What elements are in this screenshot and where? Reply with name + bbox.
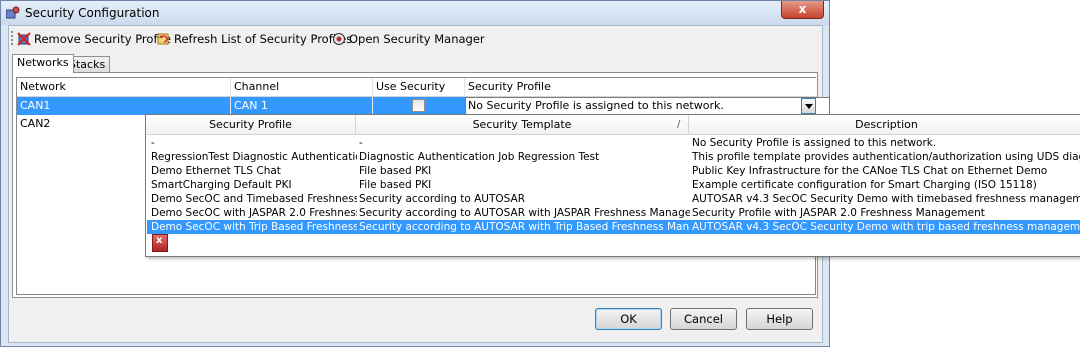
description-cell: This profile template provides authentic… (692, 151, 1080, 163)
profile-cell: Demo SecOC with JASPAR 2.0 Freshness (151, 207, 357, 219)
tab-networks[interactable]: Networks (12, 54, 74, 73)
security-profile-combobox[interactable]: No Security Profile is assigned to this … (465, 97, 830, 115)
toolbar: Remove Security Profile Refresh List of … (9, 26, 822, 50)
dropdown-header-description[interactable]: Description (689, 115, 1080, 135)
security-profile-value: No Security Profile is assigned to this … (468, 99, 724, 112)
column-header-network[interactable]: Network (17, 78, 231, 97)
template-cell: Security according to AUTOSAR with JASPA… (359, 207, 690, 219)
security-profile-dropdown-button[interactable] (801, 98, 816, 114)
close-button[interactable]: x (781, 1, 824, 19)
profile-cell: Demo Ethernet TLS Chat (151, 165, 281, 177)
ok-button[interactable]: OK (595, 308, 662, 330)
remove-security-profile-label: Remove Security Profile (34, 31, 171, 46)
column-header-use-security[interactable]: Use Security (373, 78, 465, 97)
profile-cell: Demo SecOC with Trip Based Freshness (151, 221, 357, 233)
open-security-manager-button[interactable]: Open Security Manager (332, 30, 485, 47)
list-item[interactable]: - - No Security Profile is assigned to t… (147, 136, 1080, 150)
list-item[interactable]: Demo Ethernet TLS Chat File based PKI Pu… (147, 164, 1080, 178)
column-header-channel[interactable]: Channel (231, 78, 373, 97)
network-cell: CAN1 (17, 97, 231, 115)
template-cell: Diagnostic Authentication Job Regression… (359, 151, 600, 163)
security-manager-icon (333, 32, 345, 45)
description-cell: Public Key Infrastructure for the CANoe … (692, 165, 1048, 177)
template-cell: - (359, 137, 363, 149)
template-cell: Security according to AUTOSAR with Trip … (359, 221, 690, 233)
description-cell: No Security Profile is assigned to this … (692, 137, 937, 149)
title-bar[interactable]: Security Configuration x (1, 1, 829, 25)
window-title: Security Configuration (25, 6, 160, 20)
dropdown-header-security-profile[interactable]: Security Profile (146, 115, 356, 135)
cancel-button[interactable]: Cancel (670, 308, 737, 330)
template-cell: File based PKI (359, 165, 432, 177)
channel-cell: CAN 1 (231, 97, 373, 115)
column-header-security-profile[interactable]: Security Profile (465, 78, 817, 97)
refresh-icon (157, 33, 169, 44)
dropdown-header-security-template[interactable]: Security Template (356, 115, 689, 135)
description-cell: AUTOSAR v4.3 SecOC Security Demo with tr… (692, 221, 1080, 233)
description-cell: AUTOSAR v4.3 SecOC Security Demo with ti… (692, 193, 1080, 205)
profile-cell: RegressionTest Diagnostic Authentication (151, 151, 357, 163)
description-cell: Security Profile with JASPAR 2.0 Freshne… (692, 207, 985, 219)
use-security-checkbox[interactable] (412, 99, 425, 112)
security-config-icon (6, 6, 20, 19)
profile-cell: SmartCharging Default PKI (151, 179, 292, 191)
list-item-selected[interactable]: Demo SecOC with Trip Based Freshness Sec… (147, 220, 1080, 234)
profile-cell: - (151, 137, 155, 149)
list-item[interactable]: RegressionTest Diagnostic Authentication… (147, 150, 1080, 164)
profile-cell: Demo SecOC and Timebased Freshness (151, 193, 357, 205)
refresh-profiles-label: Refresh List of Security Profiles (174, 31, 353, 46)
list-item[interactable]: Demo SecOC and Timebased Freshness Secur… (147, 192, 1080, 206)
list-item[interactable]: SmartCharging Default PKI File based PKI… (147, 178, 1080, 192)
security-profile-dropdown-list: Security Profile Security Template / Des… (145, 114, 1080, 257)
remove-security-profile-button[interactable]: Remove Security Profile (17, 30, 171, 47)
open-security-manager-label: Open Security Manager (349, 31, 485, 46)
remove-profile-icon (17, 31, 31, 46)
list-item[interactable]: Demo SecOC with JASPAR 2.0 Freshness Sec… (147, 206, 1080, 220)
table-row[interactable]: CAN1 CAN 1 No Security Profile is assign… (17, 97, 830, 115)
sort-indicator: / (677, 119, 681, 130)
description-cell: Example certificate configuration for Sm… (692, 179, 1037, 191)
template-cell: File based PKI (359, 179, 432, 191)
remove-selection-button[interactable] (152, 234, 168, 252)
refresh-profiles-button[interactable]: Refresh List of Security Profiles (157, 30, 352, 47)
toolbar-grip[interactable] (11, 31, 14, 45)
help-button[interactable]: Help (746, 308, 813, 330)
template-cell: Security according to AUTOSAR (359, 193, 525, 205)
